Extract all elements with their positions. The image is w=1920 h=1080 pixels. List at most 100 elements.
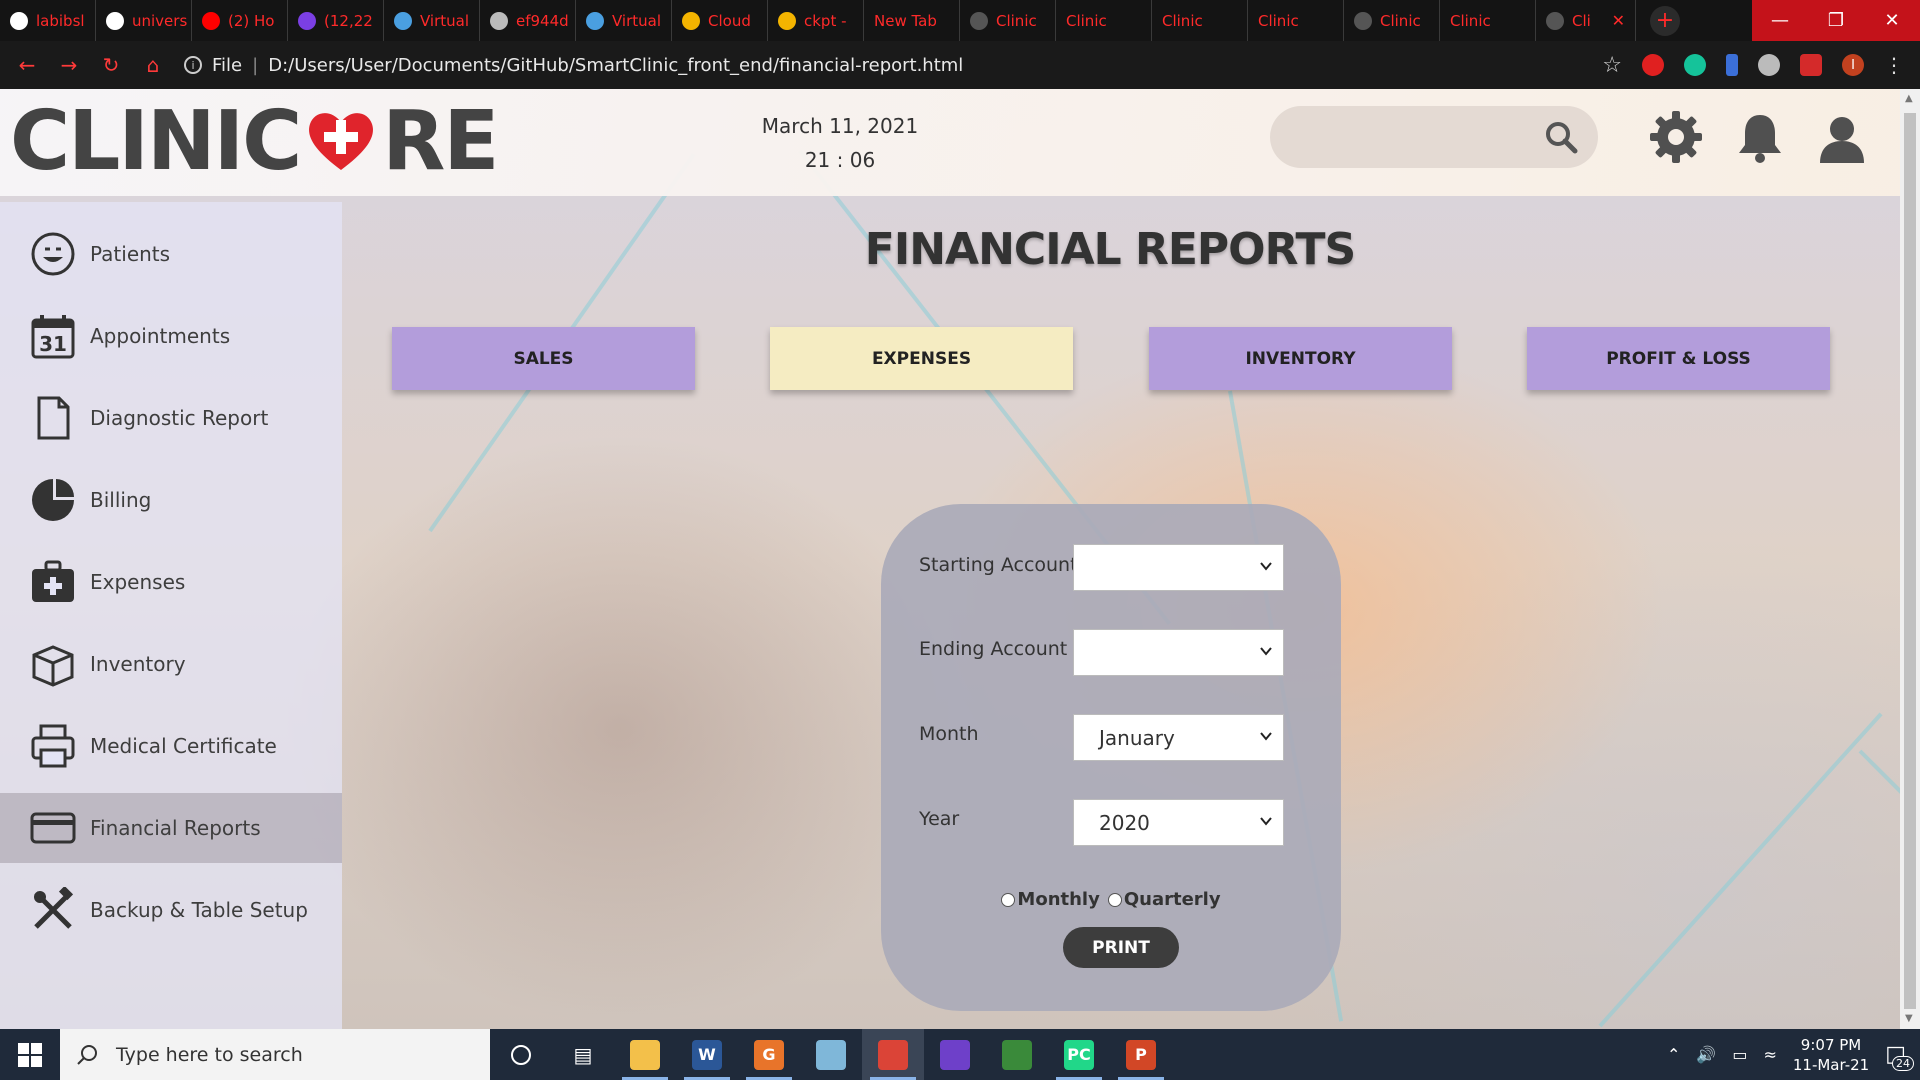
url-separator: | (252, 54, 259, 76)
wifi-icon[interactable]: ≈ (1763, 1045, 1776, 1064)
browser-tab[interactable]: Clinic (960, 0, 1056, 41)
chevron-down-icon (1260, 817, 1272, 826)
notepad-icon[interactable] (800, 1029, 862, 1080)
browser-tab[interactable]: Clinic (1056, 0, 1152, 41)
tab-inventory[interactable]: INVENTORY (1149, 327, 1452, 390)
browser-tab[interactable]: (2) Ho (192, 0, 288, 41)
sheet-icon[interactable] (986, 1029, 1048, 1080)
bookmark-star-icon[interactable]: ☆ (1602, 53, 1622, 78)
sidebar-item-financial-reports[interactable]: Financial Reports (0, 793, 342, 863)
home-icon[interactable]: ⌂ (142, 53, 164, 77)
cortana-icon[interactable] (490, 1029, 552, 1080)
reload-icon[interactable]: ↻ (100, 53, 122, 77)
search-icon[interactable] (1544, 120, 1578, 154)
browser-tab[interactable]: univers (96, 0, 192, 41)
sidebar-item-backup-table-setup[interactable]: Backup & Table Setup (0, 875, 342, 945)
background-line (1858, 749, 1900, 894)
tab-expenses[interactable]: EXPENSES (770, 327, 1073, 390)
file-explorer-icon[interactable] (614, 1029, 676, 1080)
page-scrollbar[interactable]: ▲ ▼ (1900, 89, 1920, 1029)
windows-start-button[interactable] (0, 1029, 60, 1080)
starting-account-select[interactable] (1073, 544, 1284, 591)
battery-icon[interactable]: ▭ (1732, 1045, 1747, 1064)
extension-grammarly-icon[interactable] (1684, 54, 1706, 76)
browser-tab-label: Virtual (420, 11, 470, 30)
sidebar-item-diagnostic-report[interactable]: Diagnostic Report (0, 383, 342, 453)
info-icon[interactable]: i (184, 56, 202, 74)
month-select[interactable]: January (1073, 714, 1284, 761)
browser-tab[interactable]: ef944d (480, 0, 576, 41)
gear-icon[interactable] (1648, 109, 1704, 165)
sidebar-item-appointments[interactable]: 31 Appointments (0, 301, 342, 371)
clinic-icon (1354, 11, 1372, 30)
browser-tab-label: Clinic (1258, 11, 1299, 30)
powerpoint-icon[interactable]: P (1110, 1029, 1172, 1080)
back-icon[interactable]: ← (16, 53, 38, 77)
browser-tab[interactable]: labibsl (0, 0, 96, 41)
sidebar-item-billing[interactable]: Billing (0, 465, 342, 535)
forward-icon[interactable]: → (58, 53, 80, 77)
minimize-icon[interactable]: — (1752, 0, 1808, 41)
tab-profit-loss[interactable]: PROFIT & LOSS (1527, 327, 1830, 390)
github-desktop-icon[interactable] (924, 1029, 986, 1080)
scrollbar-thumb[interactable] (1904, 113, 1916, 1009)
browser-tab[interactable]: Virtual (384, 0, 480, 41)
profile-avatar-icon[interactable]: I (1842, 54, 1864, 76)
task-view-icon[interactable]: ▤ (552, 1029, 614, 1080)
app-glyph: W (692, 1039, 722, 1070)
tab-sales[interactable]: SALES (392, 327, 695, 390)
user-avatar-icon[interactable] (1814, 109, 1870, 165)
search-input[interactable] (1290, 118, 1530, 156)
browser-menu-icon[interactable]: ⋮ (1884, 53, 1904, 77)
clinic-icon (970, 11, 988, 30)
taskbar-search[interactable]: Type here to search (60, 1029, 490, 1080)
radio-circle[interactable] (1107, 892, 1122, 907)
sidebar-item-expenses[interactable]: Expenses (0, 547, 342, 617)
extension-adblock-icon[interactable] (1642, 54, 1664, 76)
browser-tab[interactable]: Virtual (576, 0, 672, 41)
pycharm-icon[interactable]: PC (1048, 1029, 1110, 1080)
url-text[interactable]: D:/Users/User/Documents/GitHub/SmartClin… (268, 55, 963, 76)
notifications-icon[interactable]: □ 24 (1885, 1042, 1914, 1071)
chrome-icon[interactable] (862, 1029, 924, 1080)
word-icon[interactable]: W (676, 1029, 738, 1080)
new-tab-button[interactable]: + (1650, 5, 1680, 36)
close-tab-icon[interactable]: ✕ (1612, 11, 1625, 30)
volume-icon[interactable]: 🔊 (1696, 1045, 1716, 1064)
print-button[interactable]: PRINT (1063, 927, 1179, 968)
sidebar-item-inventory[interactable]: Inventory (0, 629, 342, 699)
browser-tab[interactable]: Cloud (672, 0, 768, 41)
extension-cloud-icon[interactable] (1758, 54, 1780, 76)
browser-tab[interactable]: ckpt - (768, 0, 864, 41)
box-icon (32, 645, 74, 687)
quarterly-radio[interactable]: Quarterly (1107, 889, 1221, 910)
restore-icon[interactable]: ❐ (1808, 0, 1864, 41)
scroll-down-icon[interactable]: ▼ (1905, 1013, 1915, 1024)
year-select[interactable]: 2020 (1073, 799, 1284, 846)
bell-icon[interactable] (1732, 109, 1788, 165)
browser-tab[interactable]: Clinic (1152, 0, 1248, 41)
radio-circle[interactable] (1001, 892, 1016, 907)
browser-tab[interactable]: New Tab (864, 0, 960, 41)
taskbar-clock[interactable]: 9:07 PM 11-Mar-21 (1793, 1035, 1869, 1075)
sidebar-item-patients[interactable]: Patients (0, 219, 342, 289)
url-field[interactable]: i File | D:/Users/User/Documents/GitHub/… (184, 48, 1582, 82)
close-window-icon[interactable]: ✕ (1864, 0, 1920, 41)
monthly-radio[interactable]: Monthly (1001, 889, 1100, 910)
header-datetime: March 11, 2021 21 : 06 (720, 109, 960, 177)
notification-count: 24 (1892, 1056, 1914, 1071)
pdf-reader-icon[interactable]: G (738, 1029, 800, 1080)
browser-tab[interactable]: Cli ✕ (1536, 0, 1636, 41)
browser-tab[interactable]: Clinic (1344, 0, 1440, 41)
extensions-puzzle-icon[interactable] (1800, 54, 1822, 76)
browser-tab[interactable]: (12,22 (288, 0, 384, 41)
scroll-up-icon[interactable]: ▲ (1905, 93, 1915, 104)
ending-account-select[interactable] (1073, 629, 1284, 676)
pie-chart-icon (32, 479, 74, 521)
browser-tab[interactable]: Clinic (1248, 0, 1344, 41)
browser-tab[interactable]: Clinic (1440, 0, 1536, 41)
chevron-up-icon[interactable]: ⌃ (1667, 1045, 1680, 1064)
extension-bolt-icon[interactable] (1726, 54, 1738, 76)
sidebar-item-medical-certificate[interactable]: Medical Certificate (0, 711, 342, 781)
clinicare-logo[interactable]: CLINIC RE (10, 94, 499, 189)
